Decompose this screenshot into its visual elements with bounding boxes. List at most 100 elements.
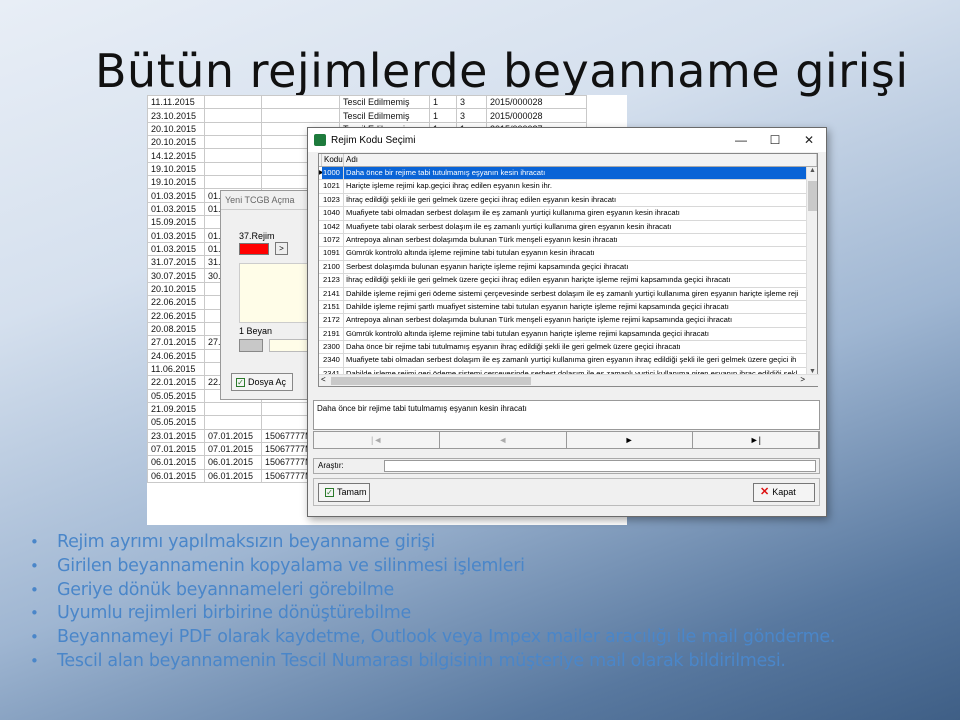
rejim-code: 1023 [322,193,344,207]
feature-item: Tescil alan beyannamenin Tescil Numarası… [30,651,835,675]
first-record-button[interactable]: |◄ [314,432,441,448]
rejim-code: 2151 [322,300,344,314]
rejim-code: 1042 [322,220,344,233]
rejim-name: Antrepoya alınan serbest dolaşımda bulun… [346,234,618,244]
rejim-row[interactable]: 1042 Muafiyete tabi olarak serbest dolaşı… [319,220,808,234]
rejim-row[interactable]: 2123 İhraç edildiği şekli ile geri gelmek… [319,274,808,288]
last-record-button[interactable]: ►| [692,432,819,448]
prev-record-button[interactable]: ◄ [440,432,567,448]
column-kodu[interactable]: Kodu [322,154,344,166]
sheet-cell: 3 [456,94,487,110]
column-adi[interactable]: Adı [344,154,817,166]
dialog-title: Rejim Kodu Seçimi [331,134,416,146]
sheet-cell: 23.01.2015 [147,428,205,443]
sheet-row: 11.11.2015 Tescil Edilmemiş 1 3 2015/000028 [147,94,587,110]
sheet-cell [204,108,262,123]
rejim-name: Antrepoya alınan serbest dolaşımda bulun… [346,315,733,325]
scroll-thumb[interactable] [808,181,817,211]
rejim-name: Daha önce bir rejime tabi tutulmamış eşy… [344,167,808,180]
beyan-field-1[interactable] [239,339,263,352]
rejim-select-button[interactable]: > [275,242,288,255]
tamam-button[interactable]: ✓ Tamam [318,483,370,502]
sheet-cell: 14.12.2015 [147,148,205,163]
sheet-cell: 30.07.2015 [147,268,205,283]
rejim-row[interactable]: 2100 Serbest dolaşımda bulunan eşyanın ha… [319,260,808,275]
new-tcgb-title: Yeni TCGB Açma [221,191,314,210]
h-scroll-thumb[interactable] [331,377,531,385]
close-window-button[interactable]: ✕ [792,133,826,147]
rejim-name: Dahilde işleme rejimi geri ödeme sistemi… [346,288,799,298]
sheet-cell: 1 [429,108,457,123]
check-icon: ✓ [325,488,334,497]
sheet-cell: 3 [456,108,487,123]
sheet-cell [261,108,340,123]
search-row: Araştır: [313,458,820,474]
rejim-code: 2123 [322,274,344,287]
button-row: ✓ Tamam ✕ Kapat [313,478,820,506]
maximize-button[interactable]: ☐ [758,133,792,147]
sheet-cell [204,135,262,150]
rejim-label: 37.Rejim [239,231,275,241]
rejim-row[interactable]: 2141 Dahilde işleme rejimi geri ödeme sis… [319,287,808,301]
rejim-row[interactable]: 1072 Antrepoya alınan serbest dolaşımda b… [319,233,808,248]
rejim-row[interactable]: ▶1000Daha önce bir rejime tabi tutulmamı… [319,167,808,181]
rejim-code: 1000 [322,167,344,180]
search-input[interactable] [384,460,816,472]
rejim-row[interactable]: 2151 Dahilde işleme rejimi şartlı muafiye… [319,300,808,315]
horizontal-scrollbar[interactable]: < > [319,374,819,386]
sheet-cell: 01.03.2015 [147,241,205,257]
rejim-code: 1040 [322,207,344,220]
scroll-left-icon[interactable]: < [321,375,326,384]
description-box: Daha önce bir rejime tabi tutulmamış eşy… [313,400,820,430]
rejim-code: 1072 [322,233,344,247]
sheet-cell [204,148,262,163]
grid-body: ▶1000Daha önce bir rejime tabi tutulmamı… [319,167,808,375]
sheet-cell: 24.06.2015 [147,348,205,363]
rejim-name: Dahilde işleme rejimi şartlı muafiyet si… [346,301,729,311]
rejim-row[interactable]: 1021 Hariçte işleme rejimi kap.geçici ihr… [319,180,808,194]
feature-item: Girilen beyannamenin kopyalama ve silinm… [30,556,835,580]
scroll-up-icon[interactable]: ▲ [807,167,818,174]
rejim-code: 2141 [322,287,344,300]
sheet-cell: 1 [429,94,457,110]
rejim-row[interactable]: 2191 Gümrük kontrolü altında işleme rejim… [319,327,808,342]
rejim-row[interactable]: 1040 Muafiyete tabi olmadan serbest dolaş… [319,207,808,221]
scroll-right-icon[interactable]: > [800,375,805,384]
rejim-row[interactable]: 1091 Gümrük kontrolü altında işleme rejim… [319,247,808,261]
next-record-button[interactable]: ► [566,432,693,448]
sheet-cell: 01.03.2015 [147,228,205,243]
sheet-cell [204,175,262,190]
sheet-cell: 23.10.2015 [147,108,205,123]
dialog-titlebar[interactable]: Rejim Kodu Seçimi — ☐ ✕ [308,128,826,152]
rejim-code: 2191 [322,327,344,341]
sheet-cell: 06.01.2015 [204,468,262,483]
rejim-name: Gümrük kontrolü altında işleme rejimine … [346,328,709,338]
sheet-cell: 22.06.2015 [147,308,205,323]
kapat-button[interactable]: ✕ Kapat [753,483,815,502]
vertical-scrollbar[interactable]: ▲ ▼ [806,167,817,375]
rejim-name: Serbest dolaşımda bulunan eşyanın hariçt… [346,261,629,271]
sheet-cell: 27.01.2015 [147,335,205,350]
rejim-row[interactable]: 1023 İhraç edildiği şekli ile geri gelmek… [319,193,808,208]
dosya-ac-button[interactable]: ✓ Dosya Aç [231,373,293,391]
close-icon: ✕ [760,486,770,498]
sheet-cell: 05.05.2015 [147,388,205,403]
feature-item: Beyannameyi PDF olarak kaydetme, Outlook… [30,627,835,651]
rejim-name: Gümrük kontrolü altında işleme rejimine … [346,248,595,258]
rejim-color-field[interactable] [239,243,269,255]
sheet-cell: 11.06.2015 [147,361,205,377]
dosya-ac-label: Dosya Aç [248,377,287,387]
rejim-row[interactable]: 2172 Antrepoya alınan serbest dolaşımda b… [319,314,808,328]
rejim-row[interactable]: 2340 Muafiyete tabi olmadan serbest dolaş… [319,354,808,368]
sheet-cell: 07.01.2015 [204,441,262,457]
minimize-button[interactable]: — [724,133,758,147]
sheet-cell: 07.01.2015 [204,428,262,443]
sheet-cell: 19.10.2015 [147,175,205,190]
new-tcgb-dialog: Yeni TCGB Açma 37.Rejim > 1 Beyan ✓ Dosya… [220,190,316,400]
rejim-name: Daha önce bir rejime tabi tutulmamış eşy… [346,342,681,352]
rejim-row[interactable]: 2300 Daha önce bir rejime tabi tutulmamış… [319,341,808,355]
sheet-cell: 22.01.2015 [147,375,205,390]
check-icon: ✓ [236,378,245,387]
sheet-cell: Tescil Edilmemiş [339,94,430,110]
sheet-cell: 20.10.2015 [147,121,205,137]
